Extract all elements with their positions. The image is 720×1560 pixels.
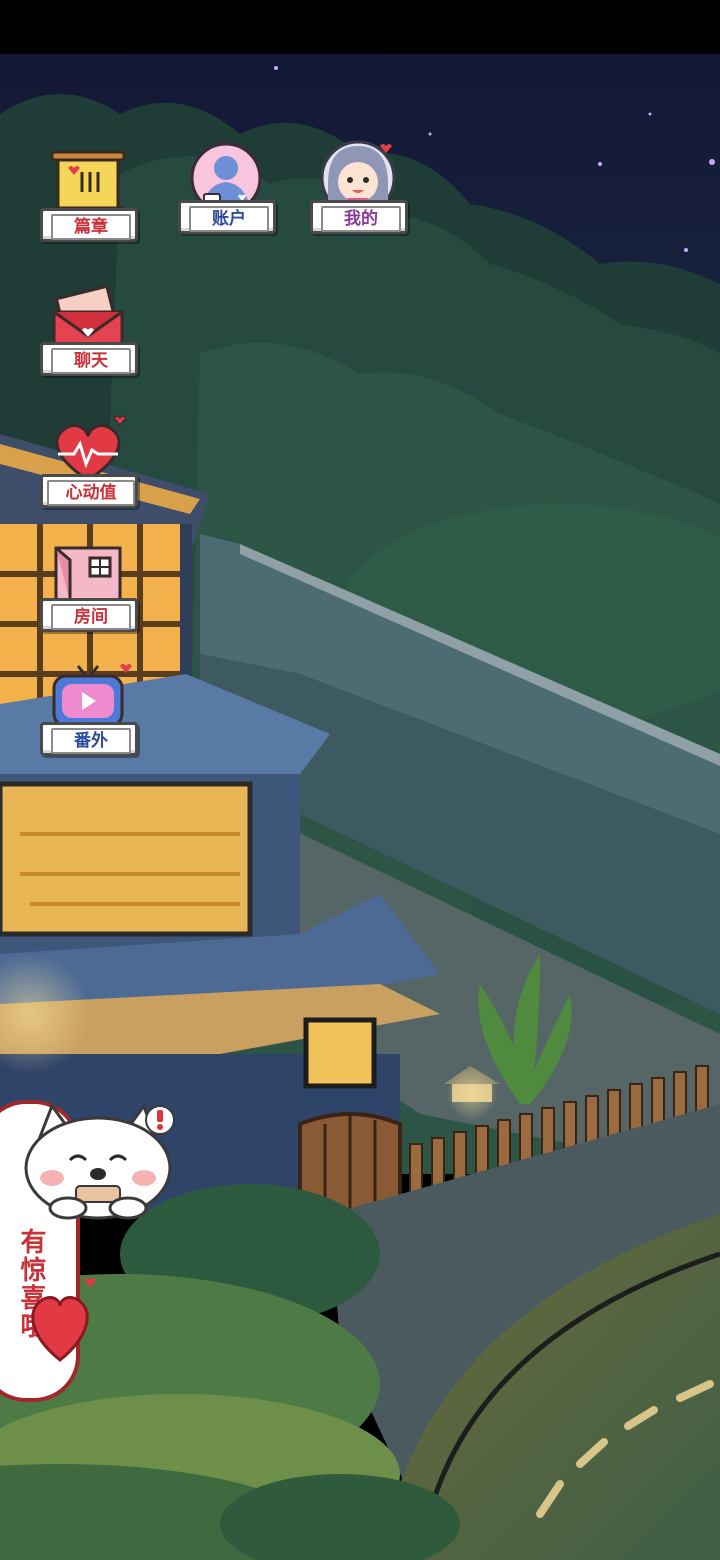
balloon-heart-icon xyxy=(31,1278,96,1362)
lit-window xyxy=(0,781,253,937)
affection-label: 心动值 xyxy=(47,480,135,506)
lower-window xyxy=(303,1017,377,1089)
extra-button[interactable]: 番外 xyxy=(38,662,138,766)
account-button[interactable]: 账户 xyxy=(176,140,276,244)
chapters-label-box: 篇章 xyxy=(40,208,138,242)
room-label-box: 房间 xyxy=(40,598,138,632)
room-label: 房间 xyxy=(51,604,131,630)
dog-mascot-icon[interactable] xyxy=(18,1102,178,1228)
affection-button[interactable]: 心动值 xyxy=(38,414,138,518)
extra-label-box: 番外 xyxy=(40,722,138,756)
mine-label: 我的 xyxy=(321,206,401,232)
chat-label: 聊天 xyxy=(51,348,131,374)
account-label: 账户 xyxy=(189,206,269,232)
night-house-scene xyxy=(0,54,720,1560)
mine-button[interactable]: 我的 xyxy=(308,140,408,244)
mine-label-box: 我的 xyxy=(310,200,408,234)
extra-label: 番外 xyxy=(51,728,131,754)
chat-label-box: 聊天 xyxy=(40,342,138,376)
chat-button[interactable]: 聊天 xyxy=(38,282,138,386)
account-label-box: 账户 xyxy=(178,200,276,234)
status-bar xyxy=(0,0,720,54)
affection-label-box: 心动值 xyxy=(40,474,138,508)
chapters-label: 篇章 xyxy=(51,214,131,240)
chapters-button[interactable]: 篇章 xyxy=(38,148,138,252)
room-button[interactable]: 房间 xyxy=(38,538,138,642)
game-screen: 篇章 账户 我的 聊天 心动值 房间 番外 有惊喜哦 xyxy=(0,0,720,1560)
